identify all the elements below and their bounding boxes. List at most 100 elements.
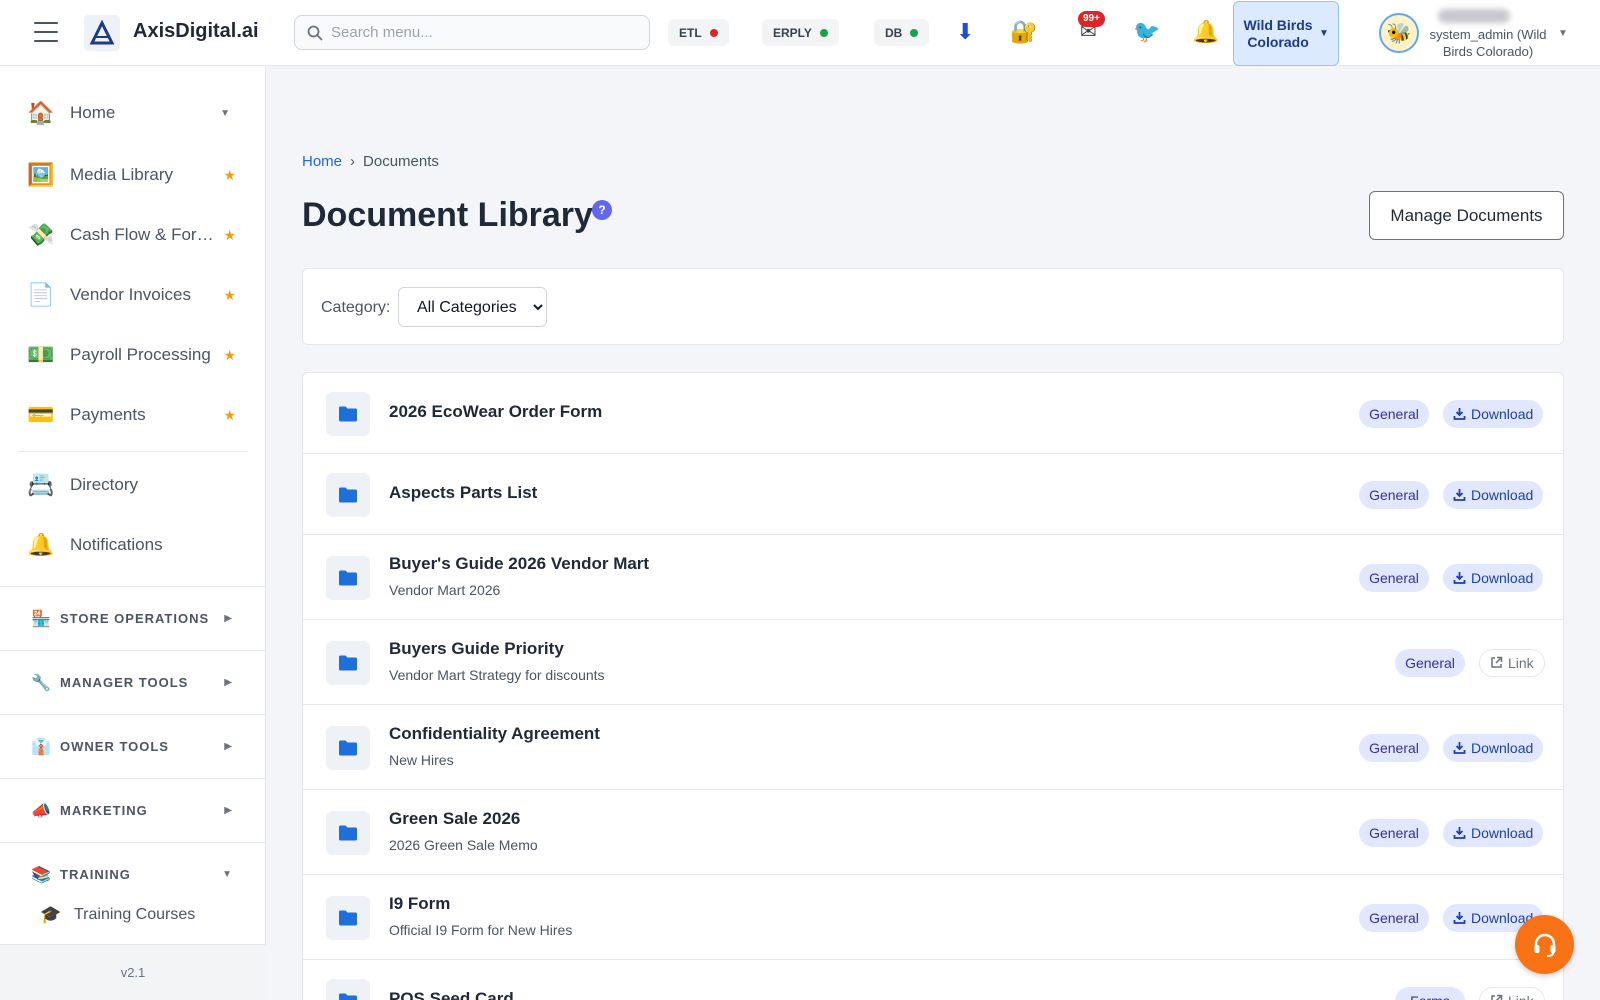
category-tag: General (1395, 648, 1465, 677)
category-tag: General (1359, 903, 1429, 932)
download-icon[interactable]: ⬇ (956, 18, 974, 46)
download-button[interactable]: Download (1443, 563, 1544, 592)
headset-icon (1534, 933, 1555, 957)
brand-logo[interactable] (84, 15, 120, 51)
download-button[interactable]: Download (1443, 818, 1544, 847)
document-title[interactable]: Buyers Guide Priority (389, 639, 564, 659)
document-row[interactable]: Confidentiality Agreement New Hires Genera… (303, 705, 1563, 790)
favorite-star-icon[interactable]: ★ (223, 287, 236, 304)
bell-icon[interactable]: 🔔 (1192, 18, 1219, 46)
user-name-redacted (1438, 9, 1510, 23)
document-subtitle: New Hires (389, 752, 454, 768)
chevron-down-icon: ▼ (222, 869, 232, 880)
action-label: Link (1508, 654, 1534, 671)
sidebar-divider (18, 451, 248, 452)
user-role[interactable]: system_admin (Wild Birds Colorado) (1424, 26, 1552, 60)
folder-icon (326, 725, 370, 770)
sidebar-item-payroll-processing[interactable]: 💵 Payroll Processing ★ (18, 330, 248, 380)
document-row[interactable]: Aspects Parts List General Download (303, 454, 1563, 535)
sidebar-item-label: Vendor Invoices (70, 285, 191, 304)
db-status-label: DB (885, 25, 903, 40)
section-store-operations[interactable]: 🏪 STORE OPERATIONS ▶ (0, 586, 266, 650)
brand-name[interactable]: AxisDigital.ai (133, 20, 259, 43)
search-box[interactable] (294, 15, 650, 50)
document-title[interactable]: Aspects Parts List (389, 483, 537, 503)
document-title[interactable]: Buyer's Guide 2026 Vendor Mart (389, 554, 649, 574)
document-row[interactable]: POS Seed Card Forms Link (303, 960, 1563, 1000)
lock-key-icon[interactable]: 🔐 (1010, 18, 1037, 46)
search-icon (307, 25, 323, 41)
erply-status-pill[interactable]: ERPLY (762, 19, 839, 46)
favorite-star-icon[interactable]: ★ (223, 407, 236, 424)
document-subtitle: Official I9 Form for New Hires (389, 922, 573, 938)
document-subtitle: Vendor Mart 2026 (389, 582, 501, 598)
chevron-down-icon: ▼ (1319, 28, 1329, 39)
sidebar-item-label: Media Library (70, 165, 173, 184)
page-title: Document Library (302, 196, 593, 234)
sidebar-item-home[interactable]: 🏠 Home ▼ (18, 88, 248, 138)
breadcrumb-separator: › (350, 153, 356, 170)
sidebar-item-cash-flow[interactable]: 💸 Cash Flow & Forecasting ★ (18, 210, 248, 260)
document-title[interactable]: Green Sale 2026 (389, 809, 520, 829)
chevron-right-icon: ▶ (224, 805, 232, 816)
help-icon[interactable]: ? (592, 200, 612, 220)
sidebar-item-media-library[interactable]: 🖼️ Media Library ★ (18, 150, 248, 200)
erply-status-label: ERPLY (773, 25, 812, 40)
manage-documents-button[interactable]: Manage Documents (1369, 191, 1564, 240)
store-selector[interactable]: Wild Birds Colorado ▼ (1233, 1, 1339, 66)
sidebar-item-notifications[interactable]: 🔔 Notifications (18, 520, 248, 570)
money-wings-icon: 💸 (27, 222, 55, 247)
search-input[interactable] (331, 24, 649, 41)
section-label: OWNER TOOLS (60, 739, 169, 754)
download-button[interactable]: Download (1443, 480, 1544, 509)
document-title[interactable]: POS Seed Card (389, 989, 514, 1000)
external-link-icon (1491, 994, 1503, 1000)
user-avatar[interactable]: 🐝 (1379, 13, 1419, 53)
user-menu-chevron-icon[interactable]: ▼ (1558, 28, 1568, 39)
document-title[interactable]: 2026 EcoWear Order Form (389, 402, 602, 422)
document-title[interactable]: I9 Form (389, 894, 450, 914)
section-owner-tools[interactable]: 👔 OWNER TOOLS ▶ (0, 714, 266, 778)
sidebar-item-directory[interactable]: 📇 Directory (18, 460, 248, 510)
document-row[interactable]: Buyer's Guide 2026 Vendor Mart Vendor Mar… (303, 535, 1563, 620)
category-tag: General (1359, 818, 1429, 847)
category-tag: General (1359, 399, 1429, 428)
section-training[interactable]: 📚 TRAINING ▼ (0, 842, 266, 906)
document-row[interactable]: 2026 EcoWear Order Form General Download (303, 373, 1563, 454)
card-index-icon: 📇 (27, 472, 55, 497)
download-button[interactable]: Download (1443, 733, 1544, 762)
section-manager-tools[interactable]: 🔧 MANAGER TOOLS ▶ (0, 650, 266, 714)
open-link-button[interactable]: Link (1479, 986, 1545, 1000)
download-icon (1453, 742, 1466, 754)
section-marketing[interactable]: 📣 MARKETING ▶ (0, 778, 266, 842)
etl-status-pill[interactable]: ETL (668, 19, 729, 46)
favorite-star-icon[interactable]: ★ (223, 347, 236, 364)
open-link-button[interactable]: Link (1479, 648, 1545, 677)
sidebar-item-vendor-invoices[interactable]: 📄 Vendor Invoices ★ (18, 270, 248, 320)
download-button[interactable]: Download (1443, 399, 1544, 428)
bird-icon[interactable]: 🐦 (1133, 18, 1160, 46)
breadcrumb-home-link[interactable]: Home (302, 153, 342, 170)
breadcrumb: Home › Documents (302, 153, 439, 170)
external-link-icon (1491, 656, 1503, 668)
favorite-star-icon[interactable]: ★ (223, 227, 236, 244)
favorite-star-icon[interactable]: ★ (223, 167, 236, 184)
document-icon: 📄 (27, 282, 55, 307)
support-chat-button[interactable] (1515, 915, 1574, 974)
folder-icon (326, 978, 370, 1000)
action-label: Download (1471, 486, 1534, 503)
document-title[interactable]: Confidentiality Agreement (389, 724, 600, 744)
document-row[interactable]: I9 Form Official I9 Form for New Hires Gen… (303, 875, 1563, 960)
sidebar-item-payments[interactable]: 💳 Payments ★ (18, 390, 248, 440)
document-row[interactable]: Buyers Guide Priority Vendor Mart Strateg… (303, 620, 1563, 705)
banknote-icon: 💵 (27, 342, 55, 367)
hamburger-menu-icon[interactable] (34, 22, 58, 42)
category-select[interactable]: All Categories (398, 287, 547, 327)
document-row[interactable]: Green Sale 2026 2026 Green Sale Memo Gener… (303, 790, 1563, 875)
chevron-right-icon: ▶ (224, 677, 232, 688)
category-tag: General (1359, 733, 1429, 762)
mail-count-badge: 99+ (1078, 11, 1105, 27)
sidebar-item-training-courses[interactable]: 🎓 Training Courses (38, 900, 195, 930)
db-status-pill[interactable]: DB (874, 19, 930, 46)
section-label: STORE OPERATIONS (60, 611, 210, 626)
